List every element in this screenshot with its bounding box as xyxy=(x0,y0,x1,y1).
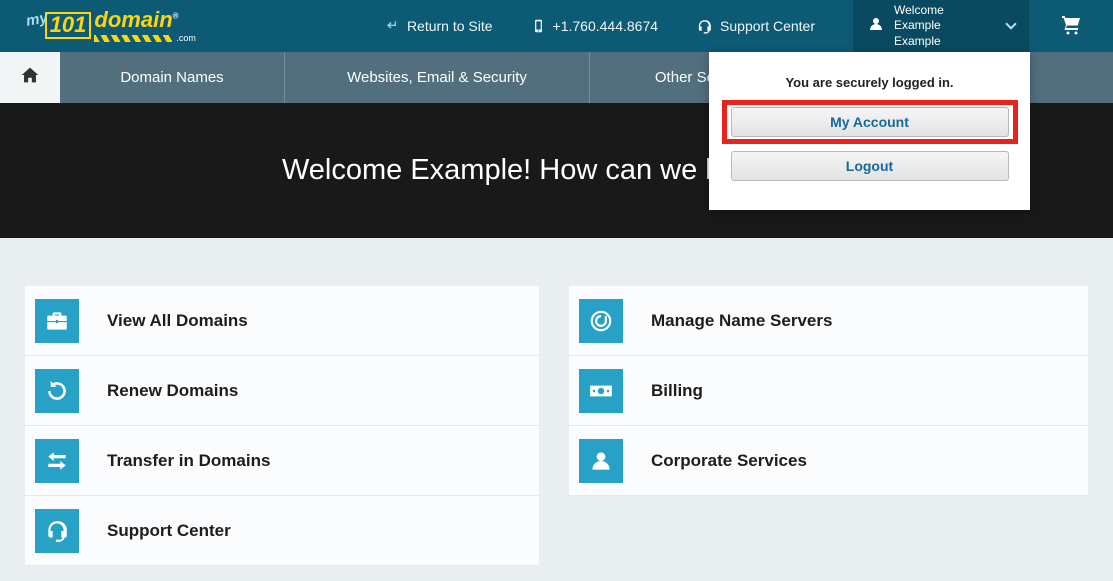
return-to-site-link[interactable]: Return to Site xyxy=(384,18,493,34)
logout-button[interactable]: Logout xyxy=(731,151,1009,181)
link-label: Corporate Services xyxy=(651,451,807,471)
headset-icon xyxy=(696,18,713,35)
link-transfer-in-domains[interactable]: Transfer in Domains xyxy=(25,426,539,496)
link-label: Manage Name Servers xyxy=(651,311,832,331)
logo-com-text: .com xyxy=(176,33,196,43)
logo-stripes-decoration xyxy=(94,35,172,42)
support-center-link[interactable]: Support Center xyxy=(696,18,815,35)
nav-item-websites-email-security[interactable]: Websites, Email & Security xyxy=(285,52,590,103)
link-label: Transfer in Domains xyxy=(107,451,270,471)
chevron-down-icon xyxy=(1005,18,1016,29)
top-bar: my 101 domain® .com Return to Site +1.76… xyxy=(0,0,1113,52)
user-icon xyxy=(867,15,885,38)
nameserver-dial-icon xyxy=(579,299,623,343)
nav-home-tab[interactable] xyxy=(0,52,60,103)
account-dropdown-panel: You are securely logged in. My Account L… xyxy=(709,52,1030,210)
mobile-phone-icon xyxy=(531,17,546,35)
site-logo[interactable]: my 101 domain® .com xyxy=(26,9,196,43)
return-to-site-label: Return to Site xyxy=(407,18,493,34)
return-arrow-icon xyxy=(384,18,400,34)
phone-number: +1.760.444.8674 xyxy=(553,18,659,34)
registered-mark: ® xyxy=(173,12,179,21)
my-account-button[interactable]: My Account xyxy=(731,107,1009,137)
home-icon xyxy=(19,64,41,91)
link-renew-domains[interactable]: Renew Domains xyxy=(25,356,539,426)
link-view-all-domains[interactable]: View All Domains xyxy=(25,286,539,356)
quick-links-area: View All Domains Renew Domains Transfer … xyxy=(0,238,1113,581)
cart-button[interactable] xyxy=(1029,12,1113,41)
shopping-cart-icon xyxy=(1059,12,1083,41)
logo-domain-text: domain xyxy=(94,7,172,32)
annotation-red-highlight: My Account xyxy=(722,100,1018,144)
account-menu-toggle[interactable]: Welcome Example Example xyxy=(853,0,1029,52)
link-billing[interactable]: Billing xyxy=(569,356,1088,426)
quick-links-right-column: Manage Name Servers Billing Corporate Se… xyxy=(569,286,1088,581)
link-label: Billing xyxy=(651,381,703,401)
link-manage-name-servers[interactable]: Manage Name Servers xyxy=(569,286,1088,356)
person-icon xyxy=(579,439,623,483)
logo-101-text: 101 xyxy=(45,12,92,39)
link-label: View All Domains xyxy=(107,311,248,331)
quick-links-left-column: View All Domains Renew Domains Transfer … xyxy=(25,286,539,581)
link-label: Renew Domains xyxy=(107,381,238,401)
briefcase-icon xyxy=(35,299,79,343)
renew-arrow-icon xyxy=(35,369,79,413)
logged-in-status: You are securely logged in. xyxy=(709,52,1030,90)
link-label: Support Center xyxy=(107,521,231,541)
banknote-icon xyxy=(579,369,623,413)
link-corporate-services[interactable]: Corporate Services xyxy=(569,426,1088,496)
link-support-center[interactable]: Support Center xyxy=(25,496,539,566)
topbar-links: Return to Site +1.760.444.8674 Support C… xyxy=(384,0,1113,52)
account-name: Example Example xyxy=(894,18,941,48)
headset-icon xyxy=(35,509,79,553)
nav-item-domain-names[interactable]: Domain Names xyxy=(60,52,285,103)
transfer-arrows-icon xyxy=(35,439,79,483)
phone-link[interactable]: +1.760.444.8674 xyxy=(531,17,659,35)
welcome-text: Welcome xyxy=(894,3,944,17)
support-center-label: Support Center xyxy=(720,18,815,34)
logo-domain-block: domain® .com xyxy=(94,9,196,43)
